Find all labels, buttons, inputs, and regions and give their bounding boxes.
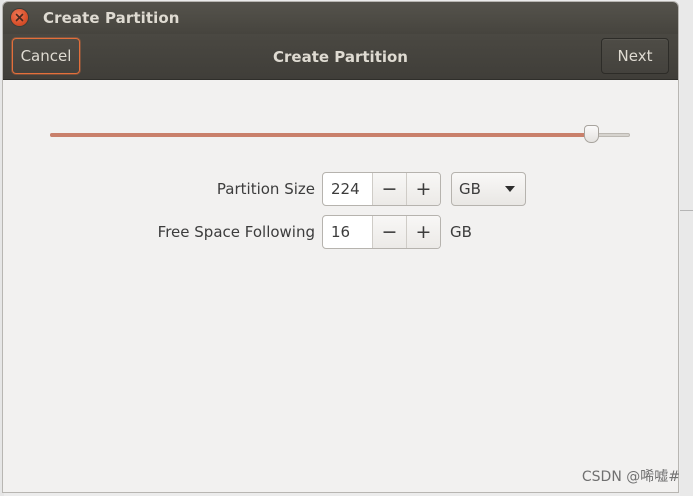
watermark-text: CSDN @唏嘘# bbox=[581, 469, 680, 485]
size-slider-handle[interactable] bbox=[584, 125, 600, 143]
partition-size-increment-button[interactable]: + bbox=[406, 173, 440, 205]
partition-size-label: Partition Size bbox=[216, 180, 315, 198]
partition-size-input[interactable]: 224 bbox=[323, 173, 373, 205]
partition-size-spinner: 224 − + bbox=[322, 172, 441, 206]
partition-size-unit-value: GB bbox=[459, 180, 481, 198]
free-space-input[interactable]: 16 bbox=[323, 216, 373, 248]
titlebar: Create Partition bbox=[3, 2, 678, 35]
headerbar: Cancel Create Partition Next bbox=[3, 34, 678, 80]
create-partition-dialog: Create Partition Cancel Create Partition… bbox=[2, 1, 679, 493]
free-space-spinner: 16 − + bbox=[322, 215, 441, 249]
window-title: Create Partition bbox=[43, 9, 180, 27]
partition-size-unit-dropdown[interactable]: GB bbox=[451, 172, 526, 206]
free-space-unit-label: GB bbox=[450, 223, 472, 241]
partition-size-decrement-button[interactable]: − bbox=[373, 173, 406, 205]
free-space-increment-button[interactable]: + bbox=[406, 216, 440, 248]
background-window-edge-right bbox=[680, 0, 693, 496]
free-space-following-label: Free Space Following bbox=[157, 223, 315, 241]
headerbar-title: Create Partition bbox=[273, 48, 408, 66]
free-space-decrement-button[interactable]: − bbox=[373, 216, 406, 248]
close-icon[interactable] bbox=[11, 9, 28, 26]
chevron-down-icon bbox=[505, 186, 515, 192]
dialog-content: Partition Size 224 − + GB Free Space Fol… bbox=[3, 80, 678, 492]
size-slider-fill bbox=[50, 133, 592, 137]
next-button[interactable]: Next bbox=[601, 38, 669, 74]
